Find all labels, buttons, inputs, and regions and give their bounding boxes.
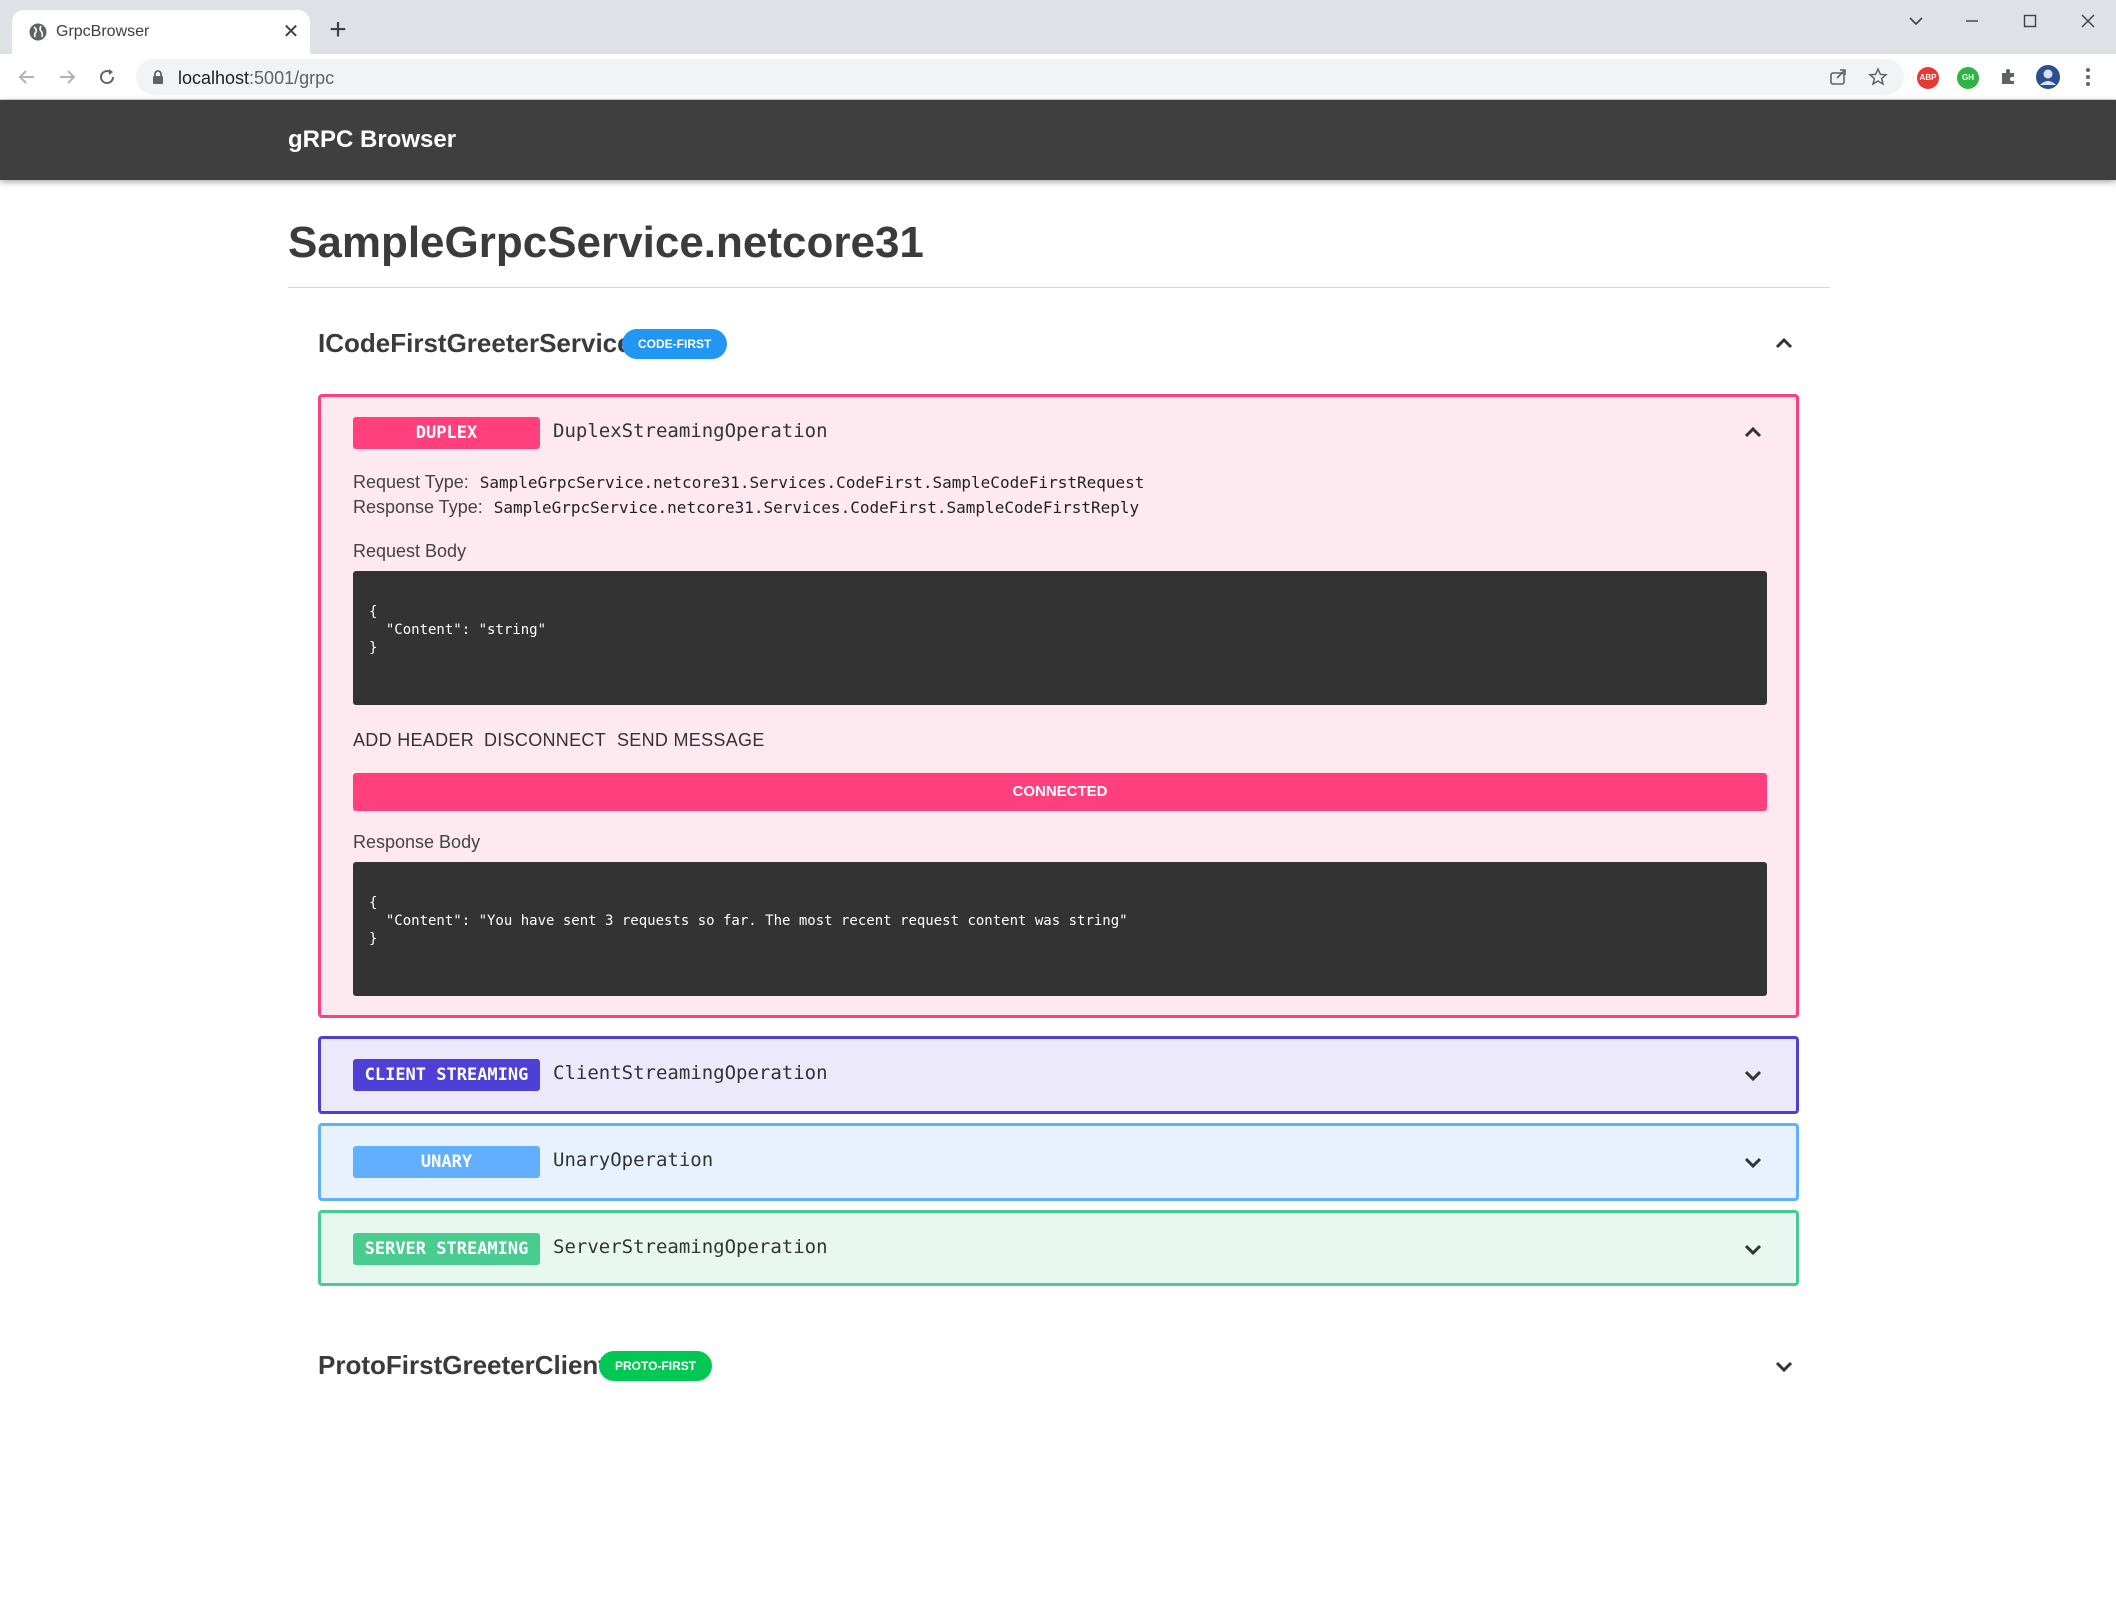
title-divider: [288, 287, 1830, 288]
extensions-puzzle-icon[interactable]: [1991, 60, 2025, 94]
app-bar: gRPC Browser: [0, 100, 2116, 180]
chevron-down-icon[interactable]: [1739, 1235, 1767, 1263]
globe-icon: [29, 23, 47, 41]
service-header-icodefirstgreeterservice[interactable]: ICodeFirstGreeterService CODE-FIRST: [318, 324, 1808, 364]
service-header-protofirstgreeterclient[interactable]: ProtoFirstGreeterClient PROTO-FIRST: [318, 1346, 1808, 1386]
method-badge-server-streaming: SERVER STREAMING: [353, 1233, 540, 1265]
app-title[interactable]: gRPC Browser: [288, 126, 456, 154]
back-button[interactable]: [10, 60, 44, 94]
response-type-line: Response Type: SampleGrpcService.netcore…: [353, 497, 1139, 518]
send-message-button[interactable]: SEND MESSAGE: [607, 722, 775, 758]
operation-client-streaming[interactable]: CLIENT STREAMING ClientStreamingOperatio…: [318, 1036, 1799, 1114]
request-body-editor[interactable]: { "Content": "string" }: [353, 571, 1767, 705]
tab-title: GrpcBrowser: [56, 23, 150, 40]
lock-icon[interactable]: [152, 69, 164, 85]
request-type-value: SampleGrpcService.netcore31.Services.Cod…: [479, 473, 1145, 492]
request-type-label: Request Type:: [353, 472, 469, 492]
operation-header-unary[interactable]: UNARY UnaryOperation: [321, 1126, 1796, 1198]
disconnect-button[interactable]: DISCONNECT: [474, 722, 616, 758]
chevron-up-icon[interactable]: [1739, 419, 1767, 447]
response-body-label: Response Body: [353, 832, 481, 852]
service-badge-proto-first: PROTO-FIRST: [599, 1351, 713, 1381]
operation-name: UnaryOperation: [553, 1149, 714, 1171]
response-type-label: Response Type:: [353, 497, 483, 517]
service-badge-code-first: CODE-FIRST: [622, 329, 728, 359]
minimize-button[interactable]: [1950, 6, 1994, 36]
service-name: ICodeFirstGreeterService: [318, 328, 632, 358]
operation-duplex: DUPLEX DuplexStreamingOperation Request …: [318, 394, 1799, 1018]
close-window-button[interactable]: [2066, 6, 2110, 36]
chevron-down-icon[interactable]: [1739, 1061, 1767, 1089]
request-body-label: Request Body: [353, 541, 467, 561]
operation-name: DuplexStreamingOperation: [553, 420, 828, 442]
tab-close-icon[interactable]: ✕: [278, 19, 304, 45]
green-extension-icon[interactable]: GH: [1957, 67, 1979, 89]
reload-button[interactable]: [90, 60, 124, 94]
operation-unary[interactable]: UNARY UnaryOperation: [318, 1123, 1799, 1201]
operation-header-client-streaming[interactable]: CLIENT STREAMING ClientStreamingOperatio…: [321, 1039, 1796, 1111]
maximize-button[interactable]: [2008, 6, 2052, 36]
response-body-viewer: { "Content": "You have sent 3 requests s…: [353, 862, 1767, 996]
operation-name: ServerStreamingOperation: [553, 1236, 828, 1258]
operation-header-duplex[interactable]: DUPLEX DuplexStreamingOperation: [321, 397, 1796, 469]
share-icon[interactable]: [1826, 65, 1850, 89]
chevron-down-icon[interactable]: [1770, 1352, 1798, 1380]
request-type-line: Request Type: SampleGrpcService.netcore3…: [353, 472, 1144, 493]
browser-tab[interactable]: GrpcBrowser ✕: [12, 10, 310, 54]
method-badge-client-streaming: CLIENT STREAMING: [353, 1059, 540, 1091]
operation-name: ClientStreamingOperation: [553, 1062, 828, 1084]
forward-button[interactable]: [50, 60, 84, 94]
browser-tabstrip: GrpcBrowser ✕ +: [0, 0, 2116, 54]
chevron-down-icon[interactable]: [1739, 1148, 1767, 1176]
operation-server-streaming[interactable]: SERVER STREAMING ServerStreamingOperatio…: [318, 1210, 1799, 1286]
operation-header-server-streaming[interactable]: SERVER STREAMING ServerStreamingOperatio…: [321, 1213, 1796, 1285]
tab-search-icon[interactable]: [1894, 6, 1938, 36]
method-badge-duplex: DUPLEX: [353, 417, 540, 449]
url-text: localhost:5001/grpc: [178, 68, 335, 88]
connection-status-bar: CONNECTED: [353, 773, 1767, 811]
browser-toolbar: localhost:5001/grpc ABP GH: [0, 54, 2116, 100]
chevron-up-icon[interactable]: [1770, 330, 1798, 358]
page-title: SampleGrpcService.netcore31: [288, 218, 924, 267]
address-bar[interactable]: localhost:5001/grpc: [136, 59, 1904, 95]
bookmark-star-icon[interactable]: [1866, 65, 1890, 89]
service-name: ProtoFirstGreeterClient: [318, 1350, 607, 1380]
new-tab-button[interactable]: +: [322, 15, 354, 48]
browser-menu-icon[interactable]: [2071, 60, 2105, 94]
method-badge-unary: UNARY: [353, 1146, 540, 1178]
profile-avatar[interactable]: [2031, 60, 2065, 94]
abp-extension-icon[interactable]: ABP: [1917, 67, 1939, 89]
response-type-value: SampleGrpcService.netcore31.Services.Cod…: [493, 498, 1140, 517]
add-header-button[interactable]: ADD HEADER: [343, 722, 484, 758]
